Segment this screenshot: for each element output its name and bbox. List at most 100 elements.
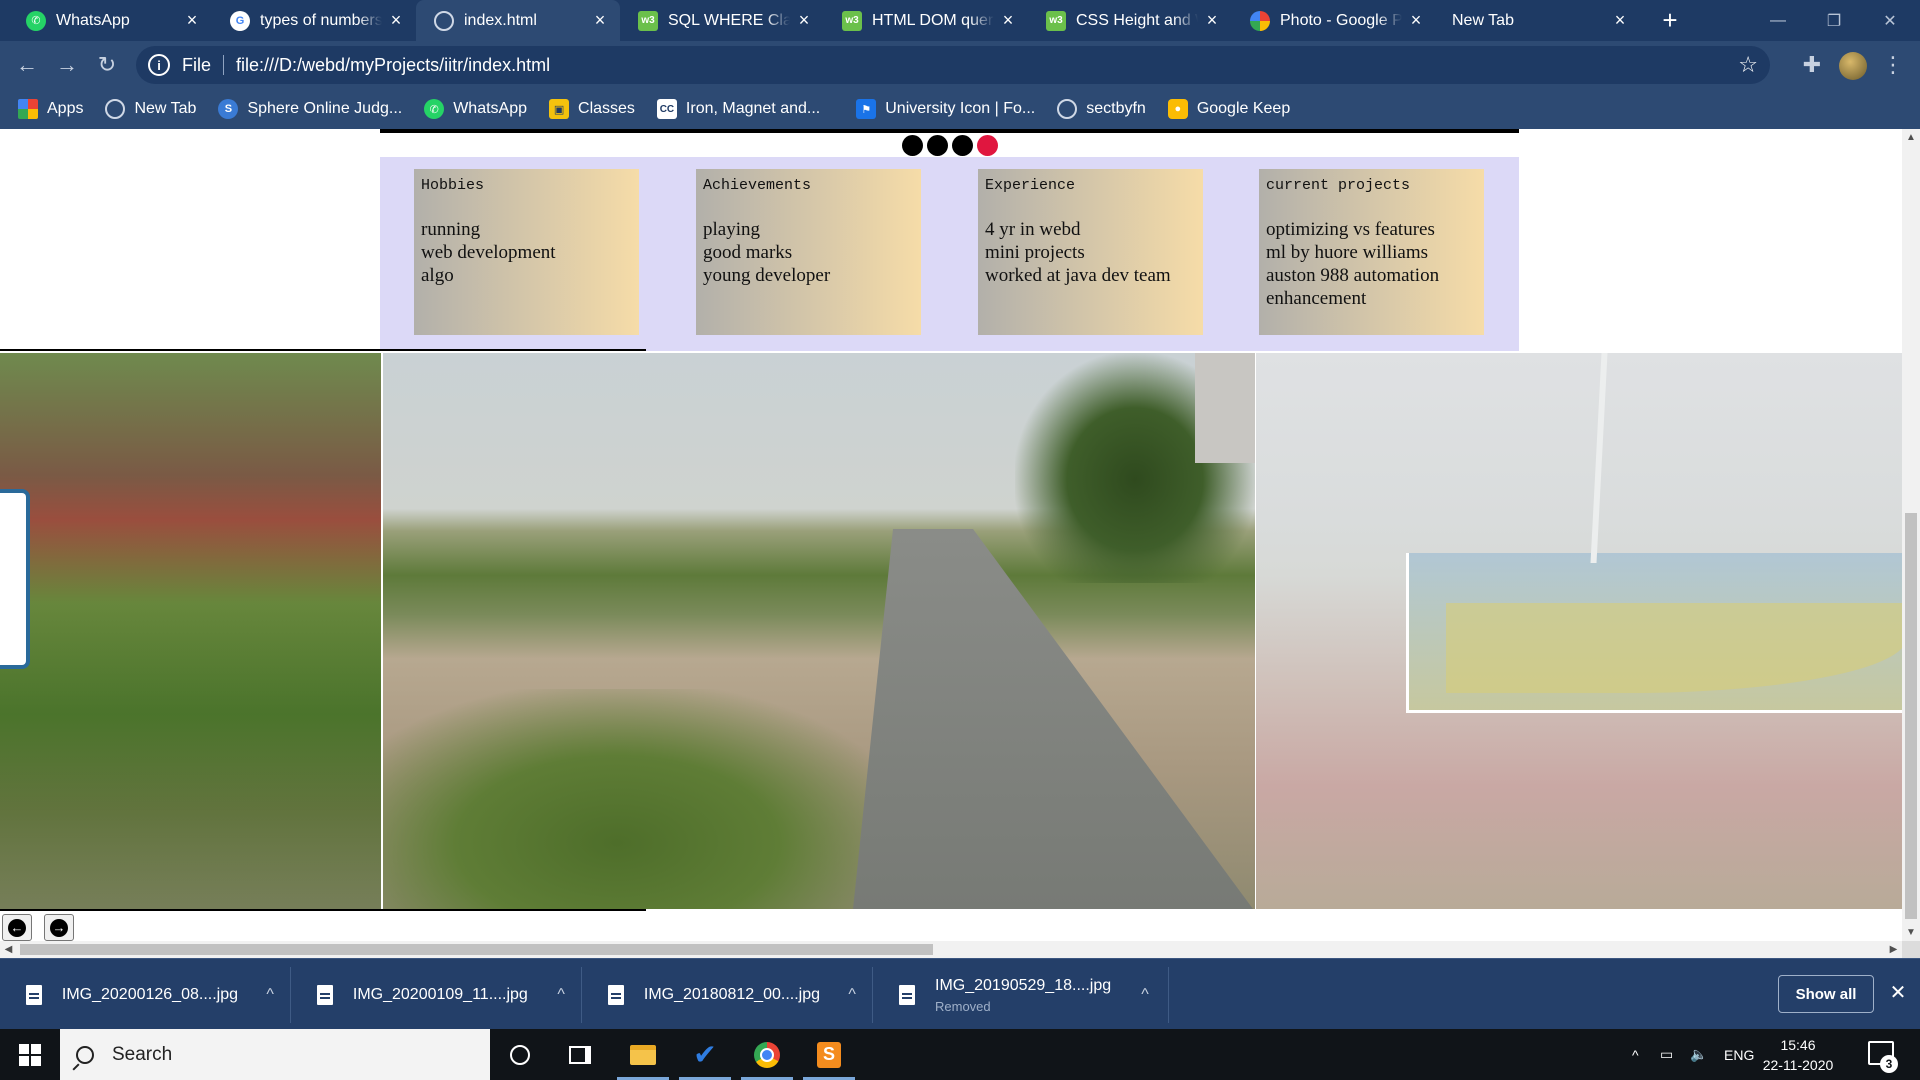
close-icon[interactable]: ×	[1606, 10, 1634, 31]
info-icon[interactable]: i	[148, 54, 170, 76]
menu-icon[interactable]: ⋮	[1878, 50, 1908, 80]
tab-title: index.html	[464, 11, 537, 29]
system-clock[interactable]: 15:46 22-11-2020	[1758, 1035, 1838, 1075]
download-item[interactable]: IMG_20180812_00....jpg ^	[582, 967, 873, 1023]
window-close-icon[interactable]: ✕	[1862, 0, 1918, 41]
start-button[interactable]	[0, 1029, 60, 1080]
back-icon[interactable]: ←	[12, 50, 42, 80]
horizontal-scrollbar[interactable]: ◀ ▶	[0, 941, 1902, 958]
google-classroom-icon: ▣	[549, 99, 570, 119]
download-filename: IMG_20190529_18....jpg	[935, 976, 1112, 994]
new-tab-button[interactable]: +	[1655, 6, 1685, 36]
close-icon[interactable]: ×	[1402, 10, 1430, 31]
download-item[interactable]: IMG_20190529_18....jpg Removed ^	[873, 967, 1169, 1023]
bookmark-spoj[interactable]: S Sphere Online Judg...	[218, 99, 402, 119]
chevron-up-icon[interactable]: ^	[1125, 986, 1165, 1004]
close-icon[interactable]: ×	[1198, 10, 1226, 31]
star-icon[interactable]: ☆	[1738, 52, 1758, 78]
chevron-up-icon[interactable]: ^	[541, 986, 581, 1004]
slide-dot-1[interactable]	[902, 135, 923, 156]
reload-icon[interactable]: ↻	[92, 50, 122, 80]
tab-html-dom-query[interactable]: w3 HTML DOM query ×	[824, 0, 1028, 41]
tab-google-photos[interactable]: Photo - Google Ph ×	[1232, 0, 1436, 41]
bookmark-apps[interactable]: Apps	[18, 99, 83, 119]
tab-new-tab[interactable]: New Tab ×	[1436, 0, 1640, 41]
vertical-scrollbar[interactable]: ▲ ▼	[1902, 129, 1920, 941]
slide-dot-4[interactable]	[977, 135, 998, 156]
close-icon[interactable]: ×	[994, 10, 1022, 31]
taskbar-sublime[interactable]: S	[799, 1029, 859, 1080]
chevron-up-icon[interactable]: ^	[250, 986, 290, 1004]
tab-title: New Tab	[1452, 11, 1514, 29]
profile-avatar[interactable]	[1839, 52, 1867, 80]
extensions-icon[interactable]: ✚	[1797, 50, 1827, 80]
scroll-right-icon[interactable]: ▶	[1885, 941, 1902, 958]
slide-dot-3[interactable]	[952, 135, 973, 156]
url-text[interactable]: file:///D:/webd/myProjects/iitr/index.ht…	[236, 55, 550, 76]
flag-icon: ⚑	[856, 99, 877, 119]
chevron-up-icon[interactable]: ^	[832, 986, 872, 1004]
show-all-button[interactable]: Show all	[1778, 975, 1874, 1013]
download-item[interactable]: IMG_20200109_11....jpg ^	[291, 967, 582, 1023]
close-icon[interactable]: ×	[586, 10, 614, 31]
globe-icon	[434, 10, 454, 31]
close-icon[interactable]: ×	[178, 10, 206, 31]
card-line: 4 yr in webd	[985, 219, 1081, 240]
card-line: auston 988 automation	[1266, 265, 1440, 286]
tab-sql-where[interactable]: w3 SQL WHERE Clause ×	[620, 0, 824, 41]
battery-icon[interactable]: ▭	[1660, 1029, 1673, 1080]
card-line: optimizing vs features	[1266, 219, 1435, 240]
slide-dot-2[interactable]	[927, 135, 948, 156]
download-filename: IMG_20180812_00....jpg	[643, 986, 821, 1003]
card-hobbies: Hobbies running web development algo	[414, 169, 639, 335]
download-item[interactable]: IMG_20200126_08....jpg ^	[0, 967, 291, 1023]
restore-icon[interactable]: ❐	[1806, 0, 1862, 41]
bookmark-google-keep[interactable]: ● Google Keep	[1167, 99, 1290, 119]
task-view-button[interactable]	[550, 1029, 610, 1080]
tab-types-of-numbers[interactable]: G types of numbers ×	[212, 0, 416, 41]
bookmark-iron-magnet[interactable]: CC Iron, Magnet and...	[656, 99, 820, 119]
cc-icon: CC	[656, 99, 677, 119]
taskbar-search[interactable]: Search	[60, 1029, 490, 1080]
tab-css-height[interactable]: w3 CSS Height and W ×	[1028, 0, 1232, 41]
bookmark-whatsapp[interactable]: ✆ WhatsApp	[424, 99, 527, 119]
bookmarks-bar: Apps New Tab S Sphere Online Judg... ✆ Wha…	[0, 89, 1920, 129]
taskbar-todo[interactable]: ✔	[675, 1029, 735, 1080]
card-line: mini projects	[985, 242, 1085, 263]
tab-index-html[interactable]: index.html ×	[416, 0, 620, 41]
chrome-icon	[754, 1041, 780, 1068]
minimize-icon[interactable]: —	[1750, 0, 1806, 41]
google-keep-icon: ●	[1167, 99, 1188, 119]
search-icon	[76, 1045, 94, 1064]
tab-title: SQL WHERE Clause	[668, 11, 790, 29]
horizontal-scroll-thumb[interactable]	[20, 944, 933, 955]
tab-whatsapp[interactable]: ✆ WhatsApp ×	[8, 0, 212, 41]
address-bar[interactable]: i File file:///D:/webd/myProjects/iitr/i…	[136, 46, 1770, 84]
scheme-label: File	[182, 54, 212, 75]
scroll-up-icon[interactable]: ▲	[1902, 129, 1920, 146]
gallery-next-button[interactable]: →	[44, 914, 74, 941]
forward-icon[interactable]: →	[52, 50, 82, 80]
downloads-shelf: IMG_20200126_08....jpg ^ IMG_20200109_11…	[0, 958, 1920, 1029]
cortana-button[interactable]	[490, 1029, 550, 1080]
taskbar-chrome[interactable]	[737, 1029, 797, 1080]
close-icon[interactable]: ✕	[1884, 979, 1912, 1007]
volume-icon[interactable]: 🔈	[1690, 1029, 1707, 1080]
bookmark-new-tab[interactable]: New Tab	[105, 99, 196, 119]
scroll-left-icon[interactable]: ◀	[0, 941, 17, 958]
notification-count-badge: 3	[1880, 1055, 1898, 1073]
vertical-scroll-thumb[interactable]	[1905, 513, 1917, 919]
show-hidden-icons[interactable]: ^	[1632, 1029, 1639, 1080]
close-icon[interactable]: ×	[382, 10, 410, 31]
info-card-strip: Hobbies running web development algo Ach…	[380, 157, 1519, 351]
w3schools-icon: w3	[842, 10, 862, 31]
language-indicator[interactable]: ENG	[1724, 1029, 1754, 1080]
bookmark-university-icon[interactable]: ⚑ University Icon | Fo...	[856, 99, 1035, 119]
bookmark-classes[interactable]: ▣ Classes	[549, 99, 635, 119]
scroll-down-icon[interactable]: ▼	[1902, 924, 1920, 941]
gallery-prev-button[interactable]: ←	[2, 914, 32, 941]
gallery-photo-court	[1256, 353, 1902, 909]
bookmark-sectbyfn[interactable]: sectbyfn	[1057, 99, 1146, 119]
taskbar-file-explorer[interactable]	[613, 1029, 673, 1080]
close-icon[interactable]: ×	[790, 10, 818, 31]
